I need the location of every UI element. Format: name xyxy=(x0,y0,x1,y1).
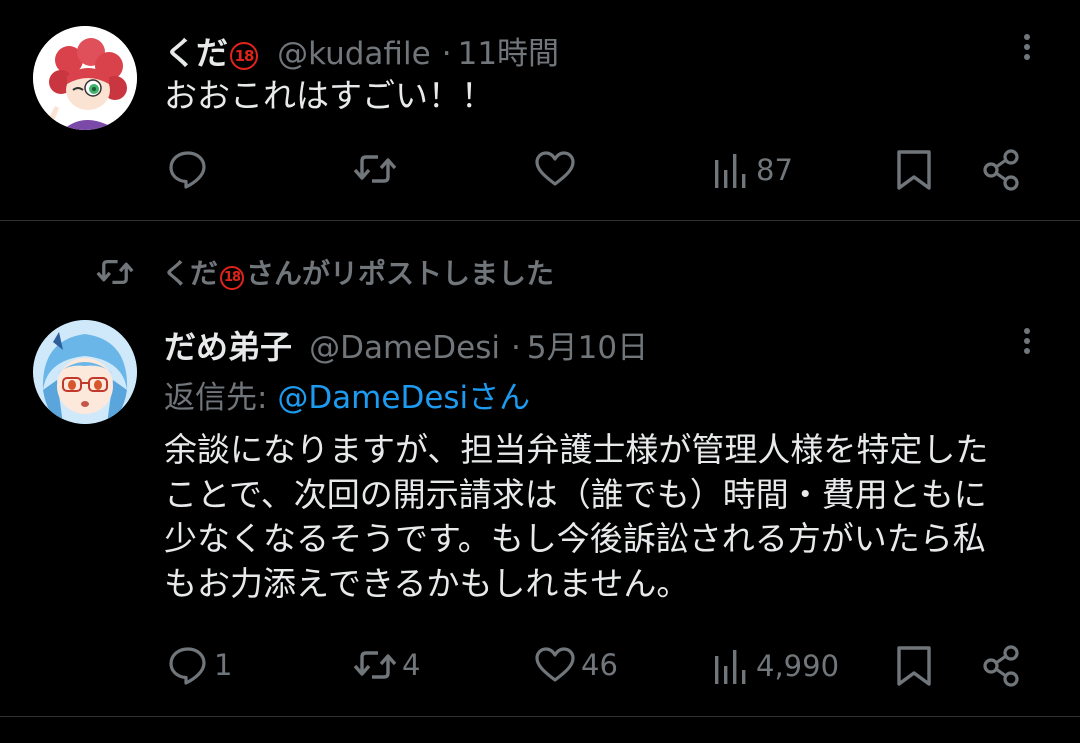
share-icon xyxy=(983,645,1019,687)
views-count: 87 xyxy=(756,153,793,187)
like-icon xyxy=(535,647,575,682)
reply-prefix: 返信先: xyxy=(164,380,278,416)
avatar-illustration xyxy=(33,26,137,130)
tweet-text-line: もお力添えできるかもしれません。 xyxy=(164,563,690,603)
tweet-damedesi[interactable]: だめ弟子 @DameDesi · 5月10日 返信先: @DameDesiさん 余… xyxy=(0,300,1080,716)
tweet-divider xyxy=(0,716,1080,717)
more-icon[interactable] xyxy=(1017,30,1037,70)
views-count: 4,990 xyxy=(756,649,840,683)
tweet-kudafile[interactable]: くだ 18 @kudafile · 11時間 おおこれはすごい！！ 87 xyxy=(0,0,1080,220)
meta-separator: · xyxy=(511,330,521,366)
handle[interactable]: @DameDesi xyxy=(309,330,500,366)
bookmark-icon xyxy=(897,150,931,190)
reply-to-link[interactable]: @DameDesiさん xyxy=(277,380,530,416)
timestamp[interactable]: 5月10日 xyxy=(527,330,648,366)
repost-button[interactable] xyxy=(352,145,402,193)
tweet-divider xyxy=(0,220,1080,221)
repost-icon xyxy=(96,259,134,285)
tweet-header: だめ弟子 @DameDesi · 5月10日 xyxy=(164,322,648,368)
tweet-text: 余談になりますが、担当弁護士様が管理人様を特定した ことで、次回の開示請求は（誰… xyxy=(164,428,988,606)
more-icon[interactable] xyxy=(1017,324,1037,364)
reply-icon xyxy=(169,151,206,189)
bookmark-icon xyxy=(897,646,931,686)
views-button[interactable]: 4,990 xyxy=(712,642,839,690)
avatar[interactable] xyxy=(33,320,137,424)
share-button[interactable] xyxy=(979,642,1025,690)
like-icon xyxy=(535,151,575,186)
views-icon xyxy=(715,650,746,684)
tweet-text-line: 余談になりますが、担当弁護士様が管理人様を特定した xyxy=(164,430,989,469)
reply-button[interactable] xyxy=(166,145,214,193)
views-icon xyxy=(715,154,746,188)
reply-count: 1 xyxy=(214,648,233,682)
avatar[interactable] xyxy=(33,26,137,130)
bookmark-button[interactable] xyxy=(894,642,934,690)
tweet-text: おおこれはすごい！！ xyxy=(164,76,494,115)
repost-icon xyxy=(353,651,397,679)
age-18-badge: 18 xyxy=(220,266,245,290)
repost-count: 4 xyxy=(402,648,421,682)
reply-icon xyxy=(169,647,206,685)
repost-icon xyxy=(353,155,397,183)
tweet-text-line: ことで、次回の開示請求は（誰でも）時間・費用ともに xyxy=(164,474,987,514)
share-button[interactable] xyxy=(979,146,1025,194)
timestamp[interactable]: 11時間 xyxy=(458,36,559,72)
bookmark-button[interactable] xyxy=(894,146,934,194)
like-count: 46 xyxy=(581,648,618,682)
age-18-badge: 18 xyxy=(230,42,259,70)
display-name[interactable]: だめ弟子 xyxy=(164,328,292,366)
handle[interactable]: @kudafile xyxy=(277,36,431,72)
tweet-header: くだ 18 @kudafile · 11時間 xyxy=(164,28,559,74)
views-button[interactable]: 87 xyxy=(712,146,793,194)
like-button[interactable]: 46 xyxy=(533,641,618,689)
like-button[interactable] xyxy=(533,145,581,193)
reply-context: 返信先: @DameDesiさん xyxy=(164,372,530,417)
reply-button[interactable]: 1 xyxy=(166,641,232,689)
tweet-text-line: 少なくなるそうです。もし今後訴訟される方がいたら私 xyxy=(164,519,986,558)
avatar-illustration xyxy=(33,320,137,424)
display-name[interactable]: くだ xyxy=(164,34,228,72)
repost-banner-text: さんがリポストしました xyxy=(246,257,555,290)
share-icon xyxy=(983,149,1019,191)
repost-button[interactable]: 4 xyxy=(352,641,420,689)
meta-separator: · xyxy=(441,36,452,72)
repost-banner[interactable]: くだ 18 さんがリポストしました xyxy=(94,252,554,292)
repost-banner-name: くだ xyxy=(162,257,219,290)
